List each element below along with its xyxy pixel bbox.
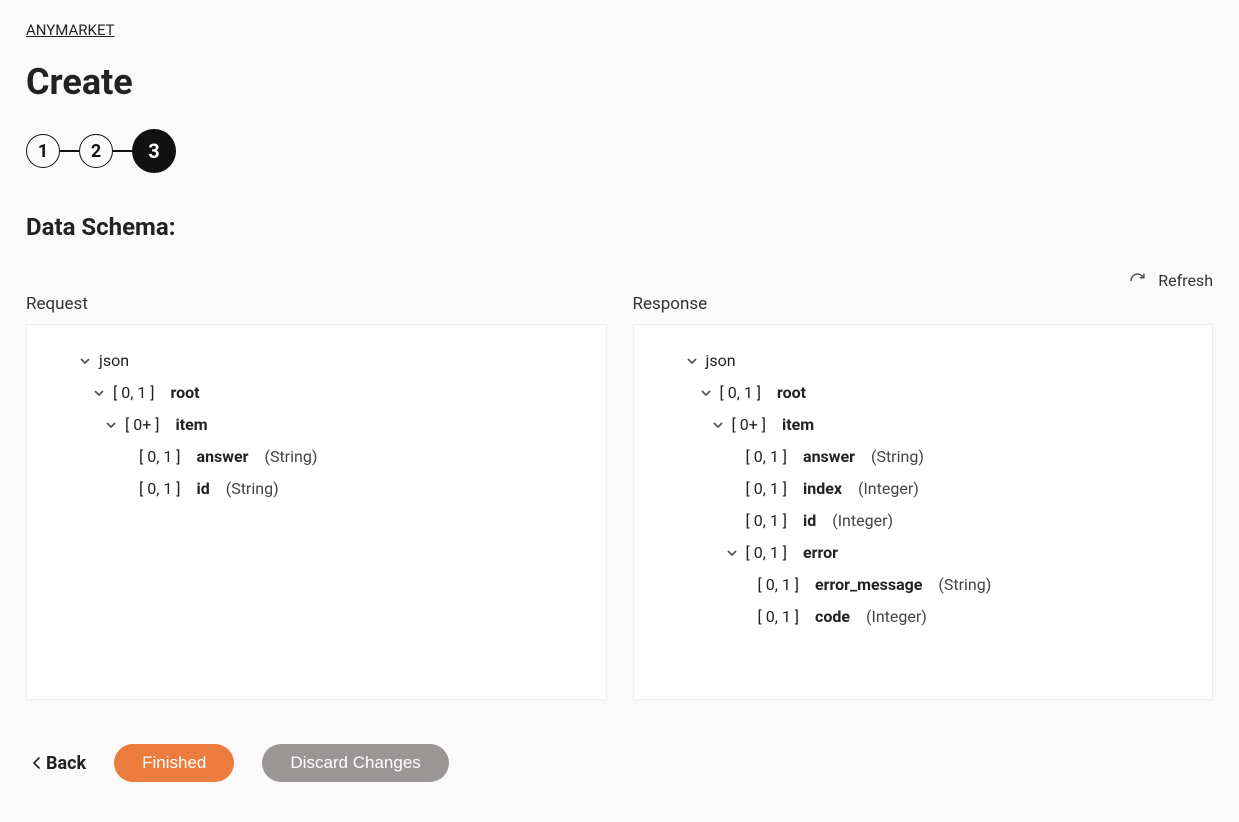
- step-2[interactable]: 2: [79, 134, 113, 168]
- chevron-down-icon: [698, 387, 714, 399]
- tree-cardinality: [ 0, 1 ]: [113, 377, 155, 409]
- tree-cardinality: [ 0, 1 ]: [720, 377, 762, 409]
- tree-cardinality: [ 0, 1 ]: [758, 601, 800, 633]
- tree-label: json: [706, 345, 736, 377]
- tree-node-item[interactable]: [ 0+ ] item: [43, 409, 590, 441]
- chevron-left-icon: [32, 756, 42, 770]
- tree-node-json[interactable]: json: [43, 345, 590, 377]
- panel-title-response: Response: [633, 294, 1214, 314]
- tree-cardinality: [ 0, 1 ]: [139, 441, 181, 473]
- tree-name: index: [803, 473, 842, 505]
- tree-node-json[interactable]: json: [650, 345, 1197, 377]
- tree-cardinality: [ 0+ ]: [732, 409, 767, 441]
- tree-node-leaf[interactable]: [ 0, 1 ] code (Integer): [650, 601, 1197, 633]
- tree-name: answer: [803, 441, 855, 473]
- tree-node-leaf[interactable]: [ 0, 1 ] answer (String): [650, 441, 1197, 473]
- back-button[interactable]: Back: [32, 753, 86, 774]
- tree-node-leaf[interactable]: [ 0, 1 ] error_message (String): [650, 569, 1197, 601]
- request-schema-card: json [ 0, 1 ] root [ 0+ ] item [: [26, 324, 607, 700]
- tree-type: (String): [264, 441, 317, 473]
- tree-cardinality: [ 0+ ]: [125, 409, 160, 441]
- chevron-down-icon: [724, 547, 740, 559]
- tree-cardinality: [ 0, 1 ]: [758, 569, 800, 601]
- tree-cardinality: [ 0, 1 ]: [746, 441, 788, 473]
- stepper: 1 2 3: [26, 129, 1213, 173]
- page-title: Create: [26, 61, 1213, 103]
- breadcrumb[interactable]: ANYMARKET: [26, 21, 115, 39]
- tree-name: item: [175, 409, 207, 441]
- tree-type: (Integer): [832, 505, 893, 537]
- tree-node-leaf[interactable]: [ 0, 1 ] answer (String): [43, 441, 590, 473]
- step-connector: [60, 150, 79, 152]
- tree-node-leaf[interactable]: [ 0, 1 ] id (String): [43, 473, 590, 505]
- response-schema-card: json [ 0, 1 ] root [ 0+ ] item [: [633, 324, 1214, 700]
- step-1[interactable]: 1: [26, 134, 60, 168]
- tree-name: id: [803, 505, 816, 537]
- tree-node-leaf[interactable]: [ 0, 1 ] id (Integer): [650, 505, 1197, 537]
- refresh-icon: [1129, 272, 1146, 289]
- step-3[interactable]: 3: [132, 129, 176, 173]
- tree-cardinality: [ 0, 1 ]: [746, 537, 788, 569]
- discard-button[interactable]: Discard Changes: [262, 744, 448, 782]
- tree-name: id: [197, 473, 210, 505]
- tree-type: (String): [226, 473, 279, 505]
- back-label: Back: [46, 753, 86, 774]
- tree-node-error[interactable]: [ 0, 1 ] error: [650, 537, 1197, 569]
- tree-type: (String): [871, 441, 924, 473]
- chevron-down-icon: [103, 419, 119, 431]
- tree-name: root: [777, 377, 806, 409]
- tree-cardinality: [ 0, 1 ]: [139, 473, 181, 505]
- tree-type: (Integer): [858, 473, 919, 505]
- chevron-down-icon: [684, 355, 700, 367]
- finished-button[interactable]: Finished: [114, 744, 234, 782]
- tree-name: root: [171, 377, 200, 409]
- tree-name: error: [803, 537, 838, 569]
- tree-node-root[interactable]: [ 0, 1 ] root: [43, 377, 590, 409]
- section-title: Data Schema:: [26, 213, 1213, 241]
- tree-label: json: [99, 345, 129, 377]
- tree-node-root[interactable]: [ 0, 1 ] root: [650, 377, 1197, 409]
- step-connector: [113, 150, 132, 152]
- panel-title-request: Request: [26, 294, 607, 314]
- tree-type: (Integer): [866, 601, 927, 633]
- tree-cardinality: [ 0, 1 ]: [746, 473, 788, 505]
- tree-name: error_message: [815, 569, 922, 601]
- refresh-label: Refresh: [1158, 271, 1213, 290]
- chevron-down-icon: [91, 387, 107, 399]
- tree-node-item[interactable]: [ 0+ ] item: [650, 409, 1197, 441]
- tree-type: (String): [938, 569, 991, 601]
- chevron-down-icon: [77, 355, 93, 367]
- chevron-down-icon: [710, 419, 726, 431]
- tree-name: answer: [197, 441, 249, 473]
- tree-node-leaf[interactable]: [ 0, 1 ] index (Integer): [650, 473, 1197, 505]
- tree-cardinality: [ 0, 1 ]: [746, 505, 788, 537]
- tree-name: code: [815, 601, 850, 633]
- tree-name: item: [782, 409, 814, 441]
- refresh-button[interactable]: Refresh: [1129, 271, 1213, 290]
